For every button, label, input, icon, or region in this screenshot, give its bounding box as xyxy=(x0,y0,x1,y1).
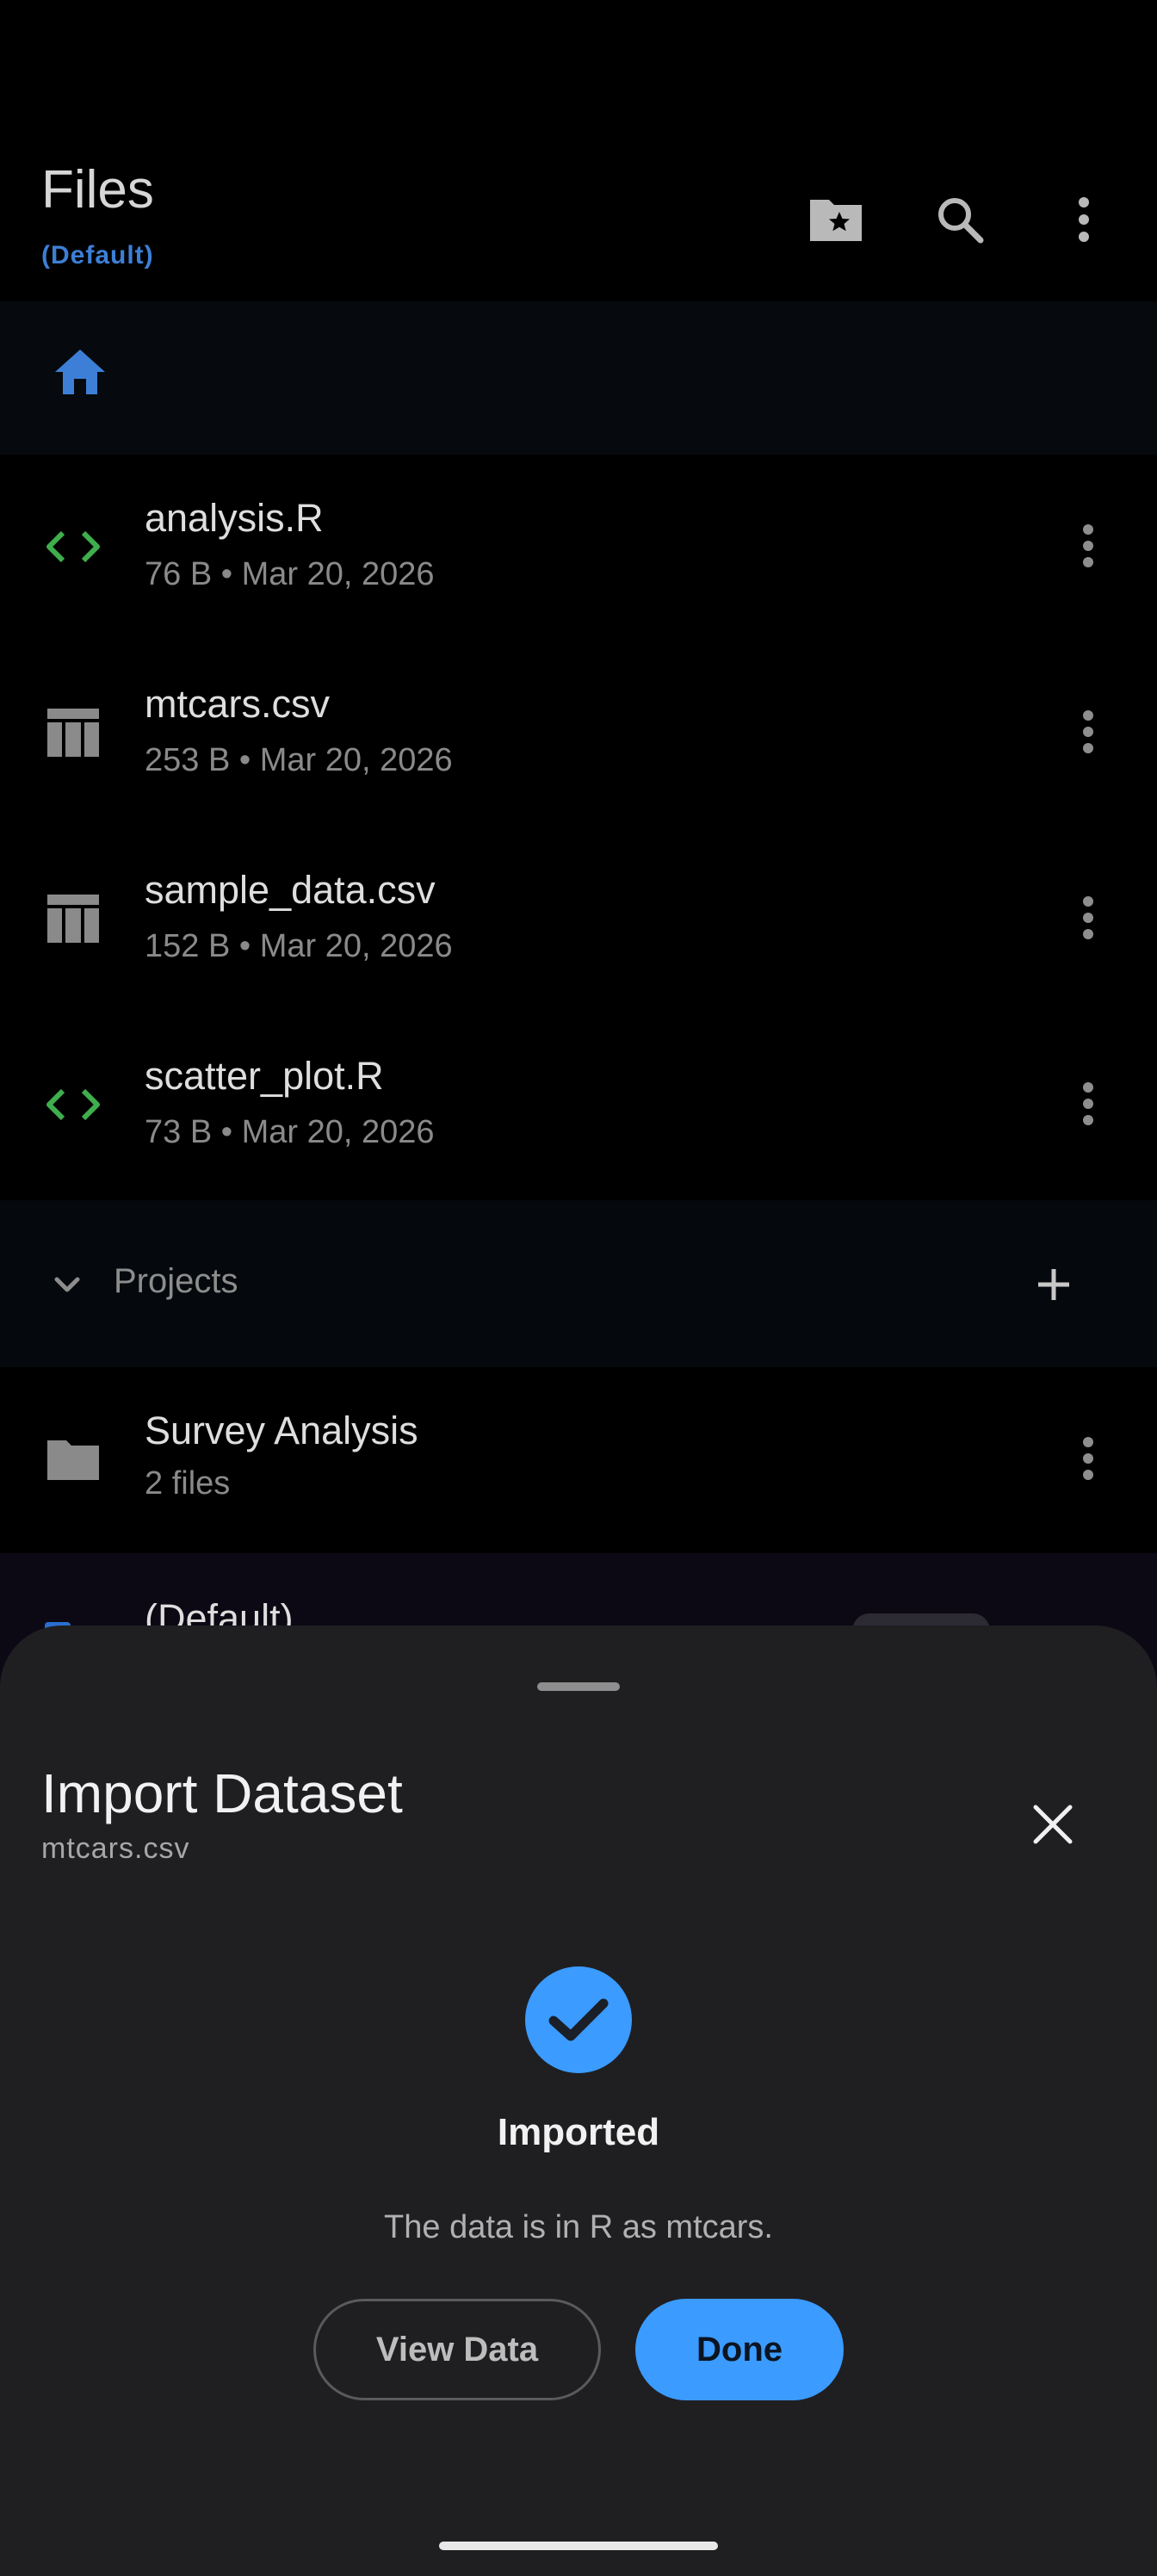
close-button[interactable] xyxy=(1016,1787,1090,1861)
projects-label: Projects xyxy=(114,1262,238,1300)
import-dataset-sheet: Import Dataset mtcars.csv Imported The d… xyxy=(0,1625,1157,2576)
more-vert-icon[interactable] xyxy=(1045,181,1123,258)
file-name: scatter_plot.R xyxy=(145,1054,384,1098)
file-meta: 152 B • Mar 20, 2026 xyxy=(145,928,453,964)
folder-icon xyxy=(41,1427,105,1491)
file-row[interactable]: mtcars.csv 253 B • Mar 20, 2026 xyxy=(0,641,1157,827)
done-button[interactable]: Done xyxy=(635,2299,844,2400)
home-icon[interactable] xyxy=(53,348,122,417)
file-name: mtcars.csv xyxy=(145,682,331,726)
project-name: Survey Analysis xyxy=(145,1409,418,1452)
breadcrumb xyxy=(0,301,1157,455)
view-data-button[interactable]: View Data xyxy=(313,2299,601,2400)
search-icon[interactable] xyxy=(921,181,999,258)
page-title: Files xyxy=(41,160,154,220)
sheet-file-name: mtcars.csv xyxy=(41,1832,190,1865)
chevron-down-icon[interactable] xyxy=(48,1266,86,1303)
file-name: sample_data.csv xyxy=(145,868,436,912)
more-vert-icon[interactable] xyxy=(1054,697,1123,766)
folder-star-icon[interactable] xyxy=(797,181,875,258)
file-meta: 253 B • Mar 20, 2026 xyxy=(145,742,453,778)
close-icon xyxy=(1033,1805,1073,1844)
file-name: analysis.R xyxy=(145,496,324,540)
table-icon xyxy=(41,887,105,951)
more-vert-icon[interactable] xyxy=(1054,1069,1123,1138)
status-title: Imported xyxy=(497,2111,660,2153)
file-meta: 73 B • Mar 20, 2026 xyxy=(145,1114,435,1150)
code-icon xyxy=(41,515,105,579)
file-row[interactable]: sample_data.csv 152 B • Mar 20, 2026 xyxy=(0,827,1157,1012)
drag-handle[interactable] xyxy=(537,1682,620,1691)
more-vert-icon[interactable] xyxy=(1054,883,1123,952)
file-meta: 76 B • Mar 20, 2026 xyxy=(145,556,435,592)
more-vert-icon[interactable] xyxy=(1054,511,1123,580)
code-icon xyxy=(41,1073,105,1136)
check-circle-icon xyxy=(525,1966,632,2073)
more-vert-icon[interactable] xyxy=(1054,1424,1123,1493)
file-row[interactable]: scatter_plot.R 73 B • Mar 20, 2026 xyxy=(0,1012,1157,1198)
table-icon xyxy=(41,701,105,765)
project-row[interactable]: Survey Analysis 2 files xyxy=(0,1367,1157,1553)
home-indicator xyxy=(439,2542,718,2550)
status-message: The data is in R as mtcars. xyxy=(384,2209,773,2245)
file-row[interactable]: analysis.R 76 B • Mar 20, 2026 xyxy=(0,455,1157,641)
workspace-subtitle: (Default) xyxy=(41,241,154,269)
project-meta: 2 files xyxy=(145,1465,231,1502)
add-project-icon[interactable] xyxy=(1030,1260,1078,1309)
sheet-title: Import Dataset xyxy=(41,1762,403,1824)
projects-section-header[interactable]: Projects xyxy=(0,1200,1157,1367)
